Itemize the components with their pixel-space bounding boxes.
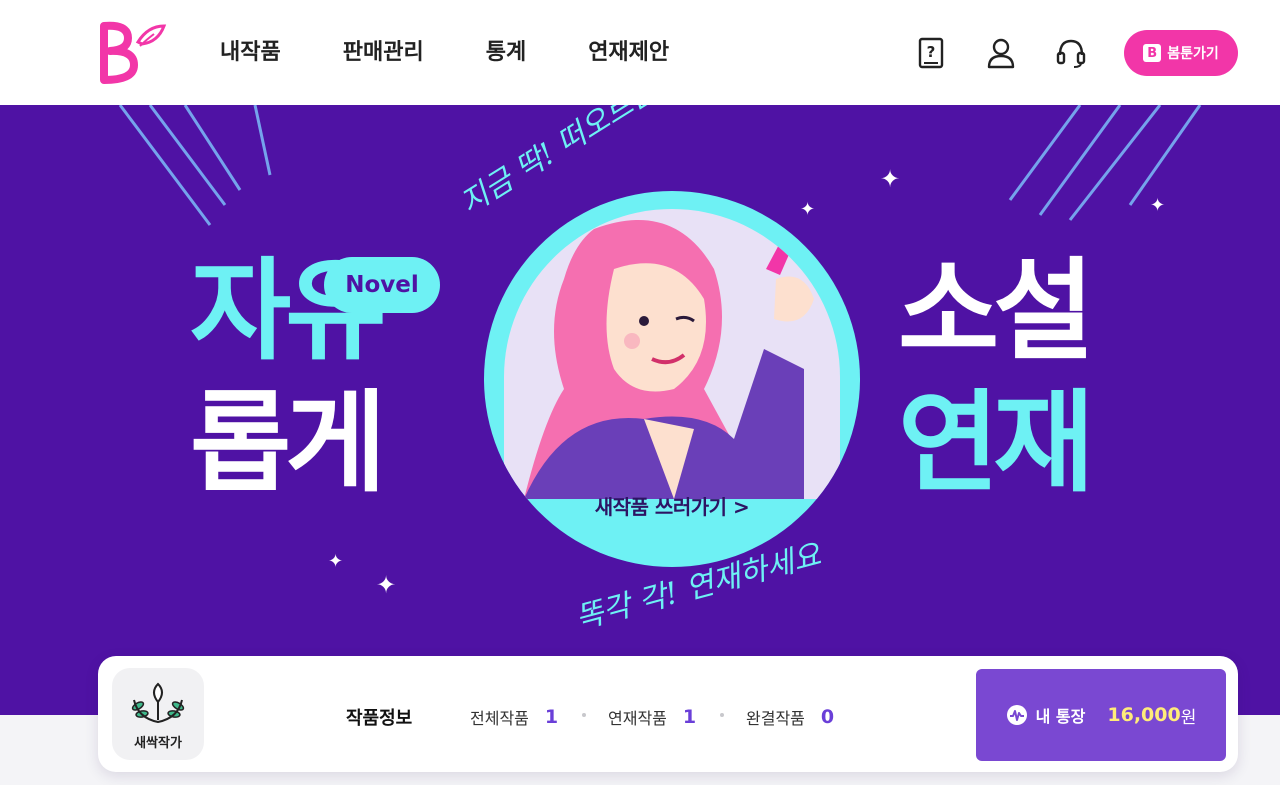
stat-value: 1 (682, 706, 697, 728)
nav-stats[interactable]: 통계 (486, 36, 526, 70)
bomtoon-b-icon: B (1143, 44, 1162, 62)
wallet-wave-icon (1006, 705, 1027, 725)
separator-dot (582, 713, 586, 717)
stat-label: 전체작품 (470, 709, 529, 728)
author-level-badge: 새싹작가 (112, 668, 204, 760)
my-wallet-button[interactable]: 내 통장 16,000 원 (976, 669, 1226, 761)
banner-text-ropge: 롭게 (190, 379, 386, 507)
new-work-cta[interactable]: 새작품 쓰러가기 > (484, 491, 860, 520)
stat-label: 연재작품 (608, 709, 667, 728)
sparkle-icon: ✦ (880, 165, 901, 193)
sparkle-icon: ✦ (800, 199, 816, 220)
main-nav: 내작품 판매관리 통계 연재제안 (220, 36, 731, 70)
sparkle-icon: ✦ (376, 571, 397, 599)
character-illustration (504, 209, 840, 499)
stat-value: 0 (820, 706, 835, 728)
author-summary-card: 새싹작가 작품정보 전체작품 1 연재작품 1 완결작품 0 내 통장 16,0… (98, 656, 1238, 772)
sparkle-icon: ✦ (328, 551, 344, 572)
stat-label: 완결작품 (746, 709, 805, 728)
nav-my-works[interactable]: 내작품 (220, 36, 281, 70)
user-icon[interactable] (985, 36, 1017, 70)
sparkle-icon: ✦ (1150, 195, 1166, 216)
stat-serial-works[interactable]: 연재작품 1 (608, 705, 696, 729)
stat-value: 1 (544, 706, 559, 728)
author-level-label: 새싹작가 (134, 736, 182, 751)
top-header: 내작품 판매관리 통계 연재제안 ? B 봄툰가기 (0, 0, 1280, 105)
wallet-amount: 16,000 (1107, 704, 1181, 726)
wallet-currency: 원 (1180, 707, 1197, 728)
banner-text-soseol: 소설 (898, 247, 1094, 375)
bomtoon-go-label: 봄툰가기 (1167, 46, 1219, 62)
help-book-icon[interactable]: ? (915, 36, 947, 70)
banner-text-yeonjae: 연재 (898, 379, 1094, 507)
stat-total-works[interactable]: 전체작품 1 (470, 705, 558, 729)
nav-sales[interactable]: 판매관리 (343, 36, 424, 70)
bomtoon-go-button[interactable]: B 봄툰가기 (1124, 30, 1238, 76)
works-info-title: 작품정보 (346, 708, 413, 729)
headset-icon[interactable] (1055, 36, 1087, 70)
sprout-laurel-icon (131, 682, 185, 724)
nav-serial-proposal[interactable]: 연재제안 (588, 36, 669, 70)
novel-pill: Novel (324, 257, 440, 313)
separator-dot (720, 713, 724, 717)
character-circle: 새작품 쓰러가기 > (484, 191, 860, 567)
wallet-label: 내 통장 (1035, 707, 1086, 726)
bomtoon-b-logo[interactable] (98, 20, 168, 86)
stat-completed-works[interactable]: 완결작품 0 (746, 705, 834, 729)
hero-banner[interactable]: 자유 롭게 Novel 소설 연재 지금 딱! 떠오르는 이야기 똑각 각! 연… (0, 105, 1280, 715)
svg-text:?: ? (927, 43, 936, 61)
